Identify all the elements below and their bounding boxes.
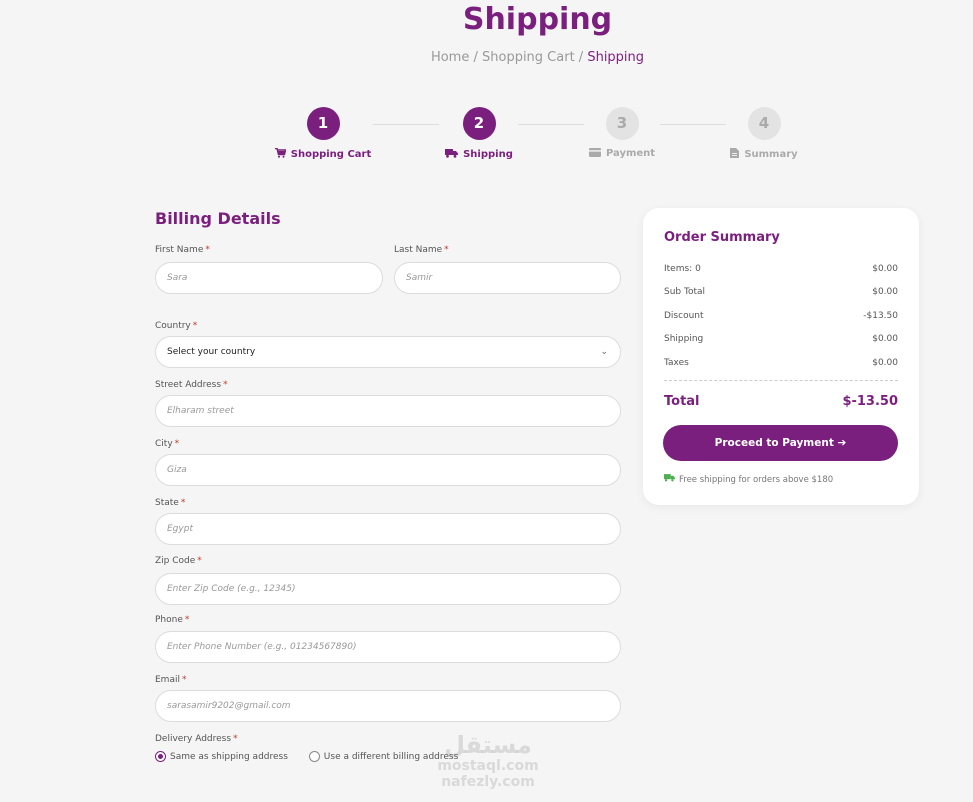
step-label: Shopping Cart: [290, 149, 372, 160]
radio-same-as-shipping[interactable]: Same as shipping address: [155, 751, 288, 762]
radio-selected-icon[interactable]: [155, 751, 166, 762]
breadcrumb-current: Shipping: [587, 50, 645, 65]
cart-icon: [274, 147, 287, 161]
summary-row-discount: Discount -$13.50: [664, 311, 898, 321]
watermark-mostaql: mostaql.com: [437, 758, 539, 774]
phone-label: Phone *: [155, 615, 190, 625]
last-name-input[interactable]: [394, 262, 621, 294]
total-label: Total: [664, 394, 700, 409]
country-label: Country *: [155, 321, 198, 331]
phone-input[interactable]: [155, 631, 621, 663]
page-title: Shipping: [462, 2, 613, 37]
free-shipping-note: Free shipping for orders above $180: [664, 473, 833, 485]
first-name-label: First Name *: [155, 245, 210, 255]
delivery-address-label: Delivery Address *: [155, 734, 238, 744]
truck-icon: [664, 474, 675, 485]
summary-row-items: Items: 0 $0.00: [664, 264, 898, 274]
truck-icon: [445, 148, 459, 161]
summary-total-row: Total $-13.50: [664, 394, 898, 409]
breadcrumb-separator: /: [574, 50, 588, 65]
step-payment[interactable]: 3 Payment: [557, 107, 687, 160]
step-number: 4: [747, 107, 781, 140]
checkout-steps: 1 Shopping Cart 2 Shipping 3 Payment 4 S…: [0, 107, 973, 167]
summary-row-taxes: Taxes $0.00: [664, 358, 898, 368]
proceed-to-payment-button[interactable]: Proceed to Payment ➔: [663, 425, 898, 461]
summary-divider: [664, 380, 898, 381]
country-select-value: Select your country: [167, 347, 256, 357]
chevron-down-icon: ⌄: [600, 347, 608, 357]
summary-row-subtotal: Sub Total $0.00: [664, 287, 898, 297]
watermark-nafezly: nafezly.com: [441, 774, 535, 790]
email-input[interactable]: [155, 690, 621, 722]
document-icon: [730, 148, 740, 161]
breadcrumb: Home / Shopping Cart / Shipping: [0, 50, 973, 65]
order-summary-card: Order Summary Items: 0 $0.00 Sub Total $0.…: [643, 208, 919, 505]
country-select[interactable]: Select your country ⌄: [155, 336, 621, 368]
step-number: 1: [306, 107, 340, 140]
step-shipping[interactable]: 2 Shipping: [414, 107, 544, 161]
step-shopping-cart[interactable]: 1 Shopping Cart: [258, 107, 388, 161]
step-number: 3: [605, 107, 639, 140]
city-label: City *: [155, 439, 180, 449]
city-input[interactable]: [155, 454, 621, 486]
total-value: $-13.50: [842, 394, 898, 409]
credit-card-icon: [588, 148, 601, 160]
radio-label: Same as shipping address: [170, 751, 288, 762]
step-label: Payment: [605, 148, 656, 159]
step-label: Shipping: [463, 149, 513, 160]
state-input[interactable]: [155, 513, 621, 545]
last-name-label: Last Name *: [394, 245, 449, 255]
breadcrumb-separator: /: [469, 50, 482, 65]
billing-details-title: Billing Details: [155, 209, 281, 228]
step-number: 2: [462, 107, 496, 140]
watermark-arabic: مستقل: [444, 731, 532, 759]
breadcrumb-cart[interactable]: Shopping Cart: [482, 50, 575, 65]
email-label: Email *: [155, 675, 187, 685]
street-address-label: Street Address *: [155, 380, 228, 390]
state-label: State *: [155, 498, 186, 508]
step-label: Summary: [744, 149, 798, 160]
first-name-input[interactable]: [155, 262, 383, 294]
radio-unselected-icon[interactable]: [308, 751, 320, 762]
summary-row-shipping: Shipping $0.00: [664, 334, 898, 344]
order-summary-title: Order Summary: [664, 230, 780, 245]
street-address-input[interactable]: [155, 395, 621, 427]
watermark: مستقل mostaql.com nafezly.com: [428, 733, 548, 789]
step-summary[interactable]: 4 Summary: [699, 107, 829, 161]
breadcrumb-home[interactable]: Home: [431, 50, 469, 65]
zip-code-input[interactable]: [155, 573, 621, 605]
zip-code-label: Zip Code *: [155, 556, 202, 566]
